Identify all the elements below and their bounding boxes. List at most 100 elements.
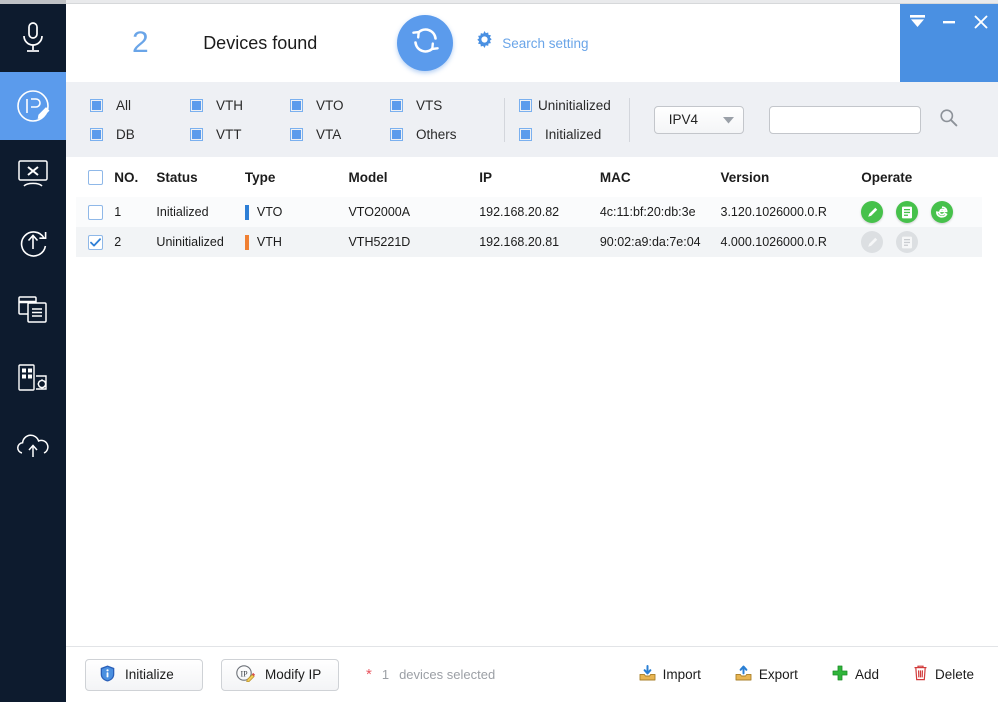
modify-ip-label: Modify IP bbox=[265, 667, 322, 682]
app-window: 2 Devices found Search setting All VTH V… bbox=[0, 0, 998, 702]
export-button[interactable]: Export bbox=[735, 665, 798, 684]
refresh-button[interactable] bbox=[397, 15, 454, 71]
initialize-button[interactable]: Initialize bbox=[85, 658, 203, 691]
filter-checkbox-initialized[interactable]: Initialized bbox=[519, 127, 611, 142]
type-label: VTH bbox=[256, 235, 282, 249]
search-input[interactable] bbox=[768, 105, 921, 134]
microphone-icon bbox=[18, 21, 48, 55]
sidebar-item-ip-modify[interactable] bbox=[0, 72, 66, 140]
required-asterisk: * bbox=[366, 666, 372, 683]
sidebar-item-microphone[interactable] bbox=[0, 4, 66, 72]
filter-checkbox-vtt[interactable]: VTT bbox=[190, 127, 290, 142]
filter-label: Others bbox=[416, 126, 457, 142]
filter-checkbox-vts[interactable]: VTS bbox=[390, 98, 490, 113]
column-header-no: NO. bbox=[114, 157, 157, 197]
filter-label: DB bbox=[116, 126, 135, 142]
cell-type: VTH bbox=[244, 227, 349, 257]
delete-button[interactable]: Delete bbox=[913, 665, 974, 684]
header: 2 Devices found Search setting bbox=[66, 4, 998, 82]
selected-count-label: devices selected bbox=[399, 667, 496, 682]
cloud-upload-icon bbox=[16, 433, 50, 459]
row-checkbox[interactable] bbox=[88, 234, 103, 250]
row-select-cell bbox=[76, 197, 115, 227]
filter-checkbox-vto[interactable]: VTO bbox=[290, 98, 390, 113]
add-label: Add bbox=[854, 667, 879, 682]
checkbox-box bbox=[190, 127, 203, 141]
ip-version-value: IPV4 bbox=[668, 112, 699, 127]
row-select-cell bbox=[76, 227, 115, 257]
filter-label: VTT bbox=[216, 126, 242, 142]
minimize-icon bbox=[942, 15, 956, 33]
web-browser-icon[interactable] bbox=[931, 201, 954, 223]
devices-found-count: 2 bbox=[132, 26, 150, 59]
filter-label: VTH bbox=[216, 97, 243, 113]
footer-toolbar: Initialize IP Modify IP * 1 devices sele… bbox=[66, 646, 998, 702]
search-button[interactable] bbox=[939, 108, 958, 132]
status-filter-group: Uninitialized Initialized bbox=[519, 91, 611, 149]
modify-ip-button[interactable]: IP Modify IP bbox=[221, 658, 339, 691]
initialize-label: Initialize bbox=[125, 667, 174, 682]
close-icon bbox=[974, 15, 988, 34]
cell-status: Initialized bbox=[156, 197, 245, 227]
sidebar-item-cloud-upload[interactable] bbox=[0, 412, 66, 480]
column-header-model: Model bbox=[348, 157, 480, 197]
column-header-mac: MAC bbox=[599, 157, 721, 197]
ip-version-select[interactable]: IPV4 bbox=[653, 105, 744, 134]
trash-icon bbox=[913, 665, 928, 684]
checkbox-box bbox=[390, 98, 403, 112]
cell-model: VTH5221D bbox=[348, 227, 480, 257]
filter-bar: All VTH VTO VTS DB VTT VTA Others Uninit… bbox=[66, 82, 998, 157]
cell-mac: 4c:11:bf:20:db:3e bbox=[599, 197, 721, 227]
filter-label: VTA bbox=[316, 126, 342, 142]
close-button[interactable] bbox=[973, 15, 989, 34]
add-button[interactable]: Add bbox=[832, 665, 879, 684]
table-row[interactable]: 1 Initialized VTO VTO2000A 192.168.20.82… bbox=[76, 197, 982, 227]
cell-type: VTO bbox=[244, 197, 349, 227]
refresh-icon bbox=[409, 24, 442, 62]
device-table-container: NO. Status Type Model IP MAC Version Ope… bbox=[76, 157, 982, 646]
column-header-ip: IP bbox=[479, 157, 600, 197]
checkbox-box bbox=[519, 98, 532, 112]
skin-button[interactable] bbox=[909, 15, 925, 33]
minimize-button[interactable] bbox=[941, 16, 957, 32]
import-label: Import bbox=[662, 667, 701, 682]
filter-divider-2 bbox=[628, 97, 630, 142]
filter-checkbox-uninitialized[interactable]: Uninitialized bbox=[519, 98, 611, 113]
plus-icon bbox=[832, 665, 848, 684]
checkbox-box bbox=[519, 127, 532, 141]
checkbox-box bbox=[90, 98, 103, 112]
table-row[interactable]: 2 Uninitialized VTH VTH5221D 192.168.20.… bbox=[76, 227, 982, 257]
sidebar-item-documents[interactable] bbox=[0, 276, 66, 344]
skin-icon bbox=[909, 15, 925, 33]
sidebar-item-upgrade[interactable] bbox=[0, 208, 66, 276]
edit-pencil-icon[interactable] bbox=[861, 201, 884, 223]
checkbox-box bbox=[290, 98, 303, 112]
window-controls bbox=[900, 4, 998, 82]
table-header: NO. Status Type Model IP MAC Version Ope… bbox=[76, 157, 982, 197]
filter-checkbox-vta[interactable]: VTA bbox=[290, 127, 390, 142]
filter-checkbox-db[interactable]: DB bbox=[90, 127, 190, 142]
sidebar-item-tools[interactable] bbox=[0, 140, 66, 208]
filter-checkbox-all[interactable]: All bbox=[90, 98, 190, 113]
selection-note: * 1 devices selected bbox=[366, 667, 495, 682]
select-all-checkbox[interactable] bbox=[88, 169, 103, 185]
type-color-bar bbox=[244, 234, 249, 250]
search-setting-button[interactable]: Search setting bbox=[475, 31, 589, 55]
cell-operate bbox=[861, 227, 982, 257]
ip-pencil-icon: IP bbox=[236, 664, 256, 685]
filter-checkbox-others[interactable]: Others bbox=[390, 127, 490, 142]
gear-icon bbox=[475, 31, 494, 55]
table-body: 1 Initialized VTO VTO2000A 192.168.20.82… bbox=[76, 197, 982, 257]
delete-label: Delete bbox=[934, 667, 974, 682]
cell-model: VTO2000A bbox=[348, 197, 480, 227]
search-setting-label: Search setting bbox=[502, 35, 589, 51]
row-checkbox[interactable] bbox=[88, 204, 103, 220]
cell-no: 1 bbox=[114, 197, 157, 227]
details-document-icon[interactable] bbox=[896, 201, 919, 223]
import-button[interactable]: Import bbox=[639, 665, 701, 684]
column-header-version: Version bbox=[720, 157, 862, 197]
filter-checkbox-vth[interactable]: VTH bbox=[190, 98, 290, 113]
sidebar-item-device-config[interactable] bbox=[0, 344, 66, 412]
filter-label: Initialized bbox=[545, 126, 602, 142]
filter-divider-1 bbox=[504, 97, 505, 142]
